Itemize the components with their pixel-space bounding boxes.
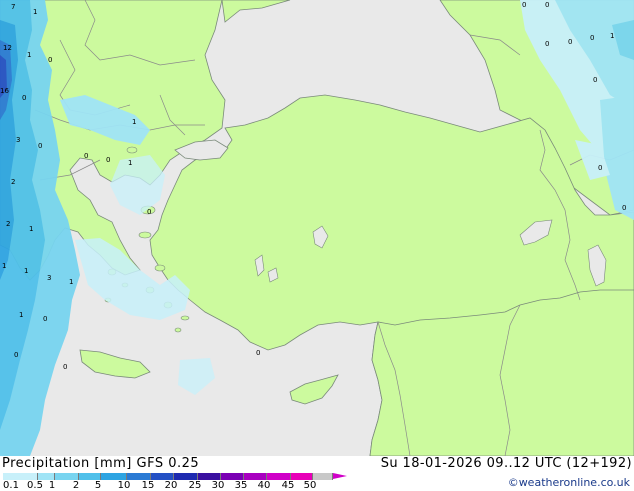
precip-label: 16 bbox=[0, 87, 9, 95]
colorbar-segment bbox=[151, 473, 174, 480]
colorbar-tick-label: 0.5 bbox=[27, 480, 43, 491]
precip-label: 3 bbox=[16, 136, 20, 144]
colorbar-tick-label: 45 bbox=[281, 480, 295, 491]
precip-label: 0 bbox=[84, 152, 88, 160]
colorbar-segment bbox=[55, 473, 79, 480]
precip-label: 7 bbox=[11, 3, 15, 11]
precip-label: 0 bbox=[593, 76, 597, 84]
precip-label: 1 bbox=[29, 225, 33, 233]
precip-label: 0 bbox=[63, 363, 67, 371]
colorbar-segment bbox=[101, 473, 127, 480]
colorbar-segment bbox=[291, 473, 313, 480]
precip-label: 0 bbox=[22, 94, 26, 102]
precip-label: 0 bbox=[622, 204, 626, 212]
colorbar-segment bbox=[198, 473, 221, 480]
colorbar-tick-label: 10 bbox=[117, 480, 131, 491]
precip-label: 1 bbox=[24, 267, 28, 275]
precip-label: 1 bbox=[610, 32, 614, 40]
colorbar-tick-label: 50 bbox=[303, 480, 317, 491]
colorbar-tick-label: 2 bbox=[72, 480, 80, 491]
colorbar-segment bbox=[79, 473, 101, 480]
colorbar-segment bbox=[244, 473, 267, 480]
precip-label: 0 bbox=[522, 1, 526, 9]
precip-label: 1 bbox=[69, 278, 73, 286]
forecast-datetime: Su 18-01-2026 09..12 UTC (12+192) bbox=[380, 456, 632, 471]
colorbar-arrow bbox=[333, 473, 347, 479]
precip-label: 12 bbox=[3, 44, 12, 52]
colorbar-segment bbox=[174, 473, 198, 480]
precip-label: 1 bbox=[33, 8, 37, 16]
precip-label: 3 bbox=[47, 274, 51, 282]
precip-label: 0 bbox=[106, 156, 110, 164]
precip-label: 0 bbox=[14, 351, 18, 359]
precip-label: 1 bbox=[19, 311, 23, 319]
precip-label: 0 bbox=[48, 56, 52, 64]
precip-label: 1 bbox=[128, 159, 132, 167]
credit-link[interactable]: ©weatheronline.co.uk bbox=[508, 476, 630, 489]
colorbar-tick-label: 5 bbox=[94, 480, 102, 491]
precip-label: 0 bbox=[568, 38, 572, 46]
colorbar-segment bbox=[3, 473, 38, 480]
precipitation-map: 7 1 12 1 0 16 0 1 3 0 0 0 1 2 0 2 1 1 1 … bbox=[0, 0, 634, 457]
map-footer: Precipitation [mm] GFS 0.25 Su 18-01-202… bbox=[0, 456, 634, 491]
colorbar-tick-label: 15 bbox=[141, 480, 155, 491]
precip-label: 0 bbox=[147, 208, 151, 216]
precip-label: 0 bbox=[256, 349, 260, 357]
precip-label: 0 bbox=[43, 315, 47, 323]
precip-label: 0 bbox=[590, 34, 594, 42]
colorbar-tick-label: 35 bbox=[234, 480, 248, 491]
precip-label: 2 bbox=[6, 220, 10, 228]
colorbar-segment bbox=[267, 473, 291, 480]
colorbar-tick-label: 20 bbox=[164, 480, 178, 491]
colorbar-segment bbox=[38, 473, 55, 480]
colorbar-tick-label: 1 bbox=[48, 480, 56, 491]
precip-label: 0 bbox=[545, 40, 549, 48]
precip-label: 1 bbox=[132, 118, 136, 126]
colorbar-tick-label: 25 bbox=[188, 480, 202, 491]
map-title: Precipitation [mm] GFS 0.25 bbox=[2, 456, 200, 471]
colorbar-segment bbox=[313, 473, 333, 480]
colorbar-tick-label: 40 bbox=[257, 480, 271, 491]
precip-label: 0 bbox=[38, 142, 42, 150]
precip-label: 1 bbox=[27, 51, 31, 59]
precip-label: 1 bbox=[2, 262, 6, 270]
map-canvas: 7 1 12 1 0 16 0 1 3 0 0 0 1 2 0 2 1 1 1 … bbox=[0, 0, 634, 457]
colorbar-segment bbox=[127, 473, 151, 480]
precip-label: 0 bbox=[545, 1, 549, 9]
precip-label: 2 bbox=[11, 178, 15, 186]
colorbar-tick-label: 0.1 bbox=[3, 480, 19, 491]
colorbar-segment bbox=[221, 473, 244, 480]
precip-label: 0 bbox=[598, 164, 602, 172]
colorbar-tick-label: 30 bbox=[211, 480, 225, 491]
